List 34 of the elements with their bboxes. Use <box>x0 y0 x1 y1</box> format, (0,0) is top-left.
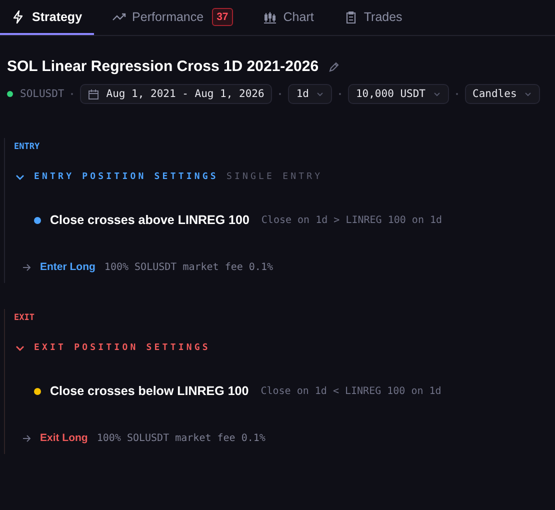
condition-formula: Close on 1d > LINREG 100 on 1d <box>261 214 442 226</box>
condition-name: Close crosses above LINREG 100 <box>50 213 250 227</box>
tab[interactable]: Strategy <box>0 0 94 35</box>
clipboard-icon <box>344 10 358 24</box>
tab[interactable]: Trades <box>332 0 414 35</box>
date-range-field[interactable]: Aug 1, 2021 - Aug 1, 2026 <box>80 84 272 104</box>
condition-formula: Close on 1d < LINREG 100 on 1d <box>260 386 442 396</box>
chart-type-dropdown[interactable]: Candles <box>464 84 540 104</box>
section-label: ENTRY <box>14 142 41 152</box>
action-link[interactable]: Enter Long <box>40 261 96 273</box>
calendar-icon <box>88 88 100 100</box>
section-label: EXIT <box>14 313 36 323</box>
section-heading: EXIT POSITION SETTINGS <box>34 343 210 353</box>
action-link[interactable]: Exit Long <box>40 432 88 444</box>
timeframe-dropdown[interactable]: 1d <box>288 84 332 104</box>
tab[interactable]: Performance 37 <box>100 0 246 35</box>
action-details: 100% SOLUSDT market fee 0.1% <box>104 262 273 272</box>
edit-icon[interactable] <box>328 60 340 72</box>
caret-icon <box>432 90 441 98</box>
section-subheading: SINGLE ENTRY <box>226 172 323 182</box>
arrow-icon <box>22 434 31 442</box>
strategy-title: SOL Linear Regression Cross 1D 2021-2026 <box>7 58 319 75</box>
arrow-icon <box>22 262 31 272</box>
count-badge: 37 <box>212 8 234 26</box>
tab[interactable]: Chart <box>251 0 326 35</box>
symbol-label: SOLUSDT <box>20 88 64 100</box>
capital-dropdown[interactable]: 10,000 USDT <box>348 84 449 104</box>
candlestick-icon <box>263 10 278 24</box>
section-heading: ENTRY POSITION SETTINGS <box>34 172 218 182</box>
status-dot <box>7 91 13 97</box>
condition-name: Close crosses below LINREG 100 <box>50 384 249 398</box>
caret-icon <box>524 90 532 98</box>
caret-icon <box>316 90 324 98</box>
action-details: 100% SOLUSDT market fee 0.1% <box>96 432 266 444</box>
